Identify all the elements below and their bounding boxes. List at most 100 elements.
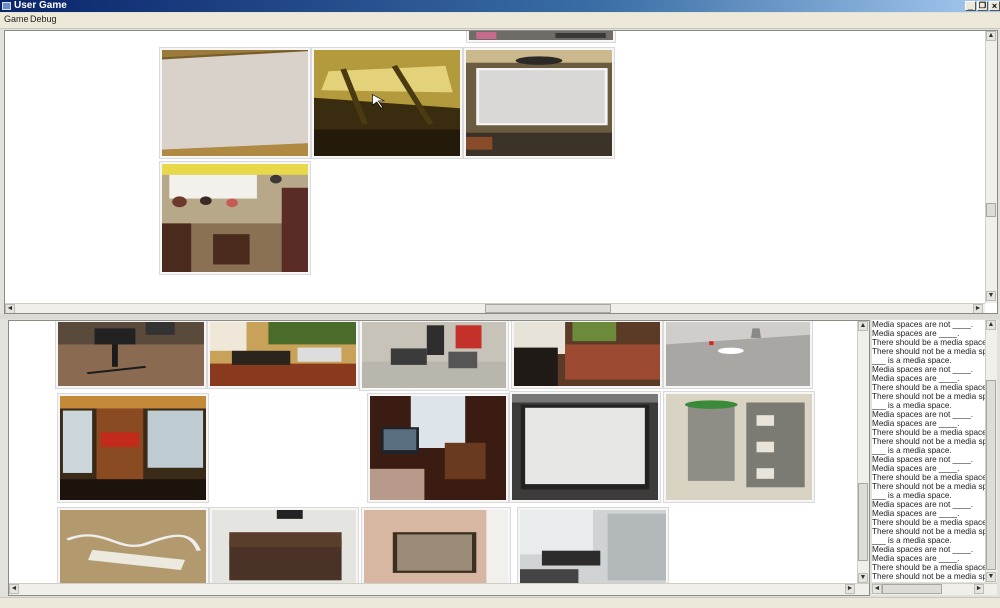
app-icon: [2, 2, 11, 10]
gallery-image-tile[interactable]: [209, 507, 359, 587]
log-line: There should be a media space: [872, 563, 985, 572]
log-line: Media spaces are ____.: [872, 554, 960, 563]
menu-debug[interactable]: Debug: [30, 14, 57, 24]
gallery-image-tile[interactable]: [517, 507, 669, 587]
bottom-horizontal-scrollbar[interactable]: ◄ ►: [9, 583, 869, 595]
log-line: There should not be a media space: [872, 572, 985, 581]
recycling-bins-photo: [666, 394, 812, 500]
panel-splitter[interactable]: [0, 314, 1000, 319]
gallery-image-tile[interactable]: [463, 47, 615, 159]
sofa-room-photo: [514, 322, 660, 386]
top-vertical-scrollbar[interactable]: ▲ ▼: [985, 31, 997, 303]
gallery-image-tile[interactable]: [55, 321, 207, 389]
scroll-thumb[interactable]: [485, 304, 611, 313]
log-line: There should not be a media space: [872, 437, 985, 446]
status-bar: [0, 597, 1000, 608]
office-photo: [469, 31, 613, 40]
log-line: Media spaces are ____.: [872, 374, 960, 383]
prompt-log[interactable]: Media spaces are not ____. Media spaces a…: [872, 320, 985, 582]
log-line: ___ is a media space.: [872, 446, 952, 455]
classroom-whiteboard-photo: [466, 50, 612, 156]
log-line: Media spaces are ____.: [872, 509, 960, 518]
log-line: There should be a media space: [872, 383, 985, 392]
scroll-left-arrow[interactable]: ◄: [872, 584, 882, 594]
scroll-up-arrow[interactable]: ▲: [858, 321, 868, 331]
log-line: Media spaces are ____.: [872, 329, 960, 338]
top-gallery-panel[interactable]: ▲ ▼ ◄ ►: [4, 30, 998, 314]
top-horizontal-scrollbar[interactable]: ◄ ►: [5, 303, 985, 313]
minimize-button[interactable]: _: [965, 1, 976, 11]
window-title: User Game: [14, 0, 67, 11]
whiteboard-photo: [162, 50, 308, 156]
log-line: ___ is a media space.: [872, 536, 952, 545]
scroll-thumb[interactable]: [986, 380, 996, 570]
scroll-thumb[interactable]: [858, 483, 868, 561]
conference-room-photo: [520, 510, 666, 584]
ceiling-light-photo: [666, 322, 810, 386]
log-line: Media spaces are not ____.: [872, 500, 974, 509]
gallery-image-tile[interactable]: [207, 321, 359, 389]
menu-game[interactable]: Game: [4, 14, 29, 24]
log-line: Media spaces are not ____.: [872, 410, 974, 419]
scroll-left-arrow[interactable]: ◄: [5, 304, 15, 313]
bottom-gallery-panel[interactable]: ▲ ▼ ◄ ►: [8, 320, 870, 596]
bottom-vertical-scrollbar[interactable]: ▲ ▼: [857, 321, 869, 583]
log-line: Media spaces are not ____.: [872, 455, 974, 464]
log-line: There should be a media space: [872, 518, 985, 527]
log-vertical-scrollbar[interactable]: ▲ ▼: [985, 320, 997, 582]
power-strip-photo: [60, 510, 206, 584]
office-chair-photo: [58, 322, 204, 386]
log-line: There should not be a media space: [872, 392, 985, 401]
gallery-image-tile[interactable]: [159, 161, 311, 275]
gallery-image-tile[interactable]: [359, 321, 509, 391]
gallery-image-tile[interactable]: [509, 391, 661, 503]
gallery-image-tile[interactable]: [663, 391, 815, 503]
log-line: There should be a media space: [872, 428, 985, 437]
close-button[interactable]: ×: [989, 1, 1000, 11]
log-horizontal-scrollbar[interactable]: ◄ ►: [872, 583, 997, 595]
scroll-down-arrow[interactable]: ▼: [858, 573, 868, 583]
log-line: ___ is a media space.: [872, 491, 952, 500]
gallery-image-tile[interactable]: [466, 31, 616, 43]
log-line: There should not be a media space: [872, 347, 985, 356]
scroll-down-arrow[interactable]: ▼: [986, 572, 996, 582]
scroll-down-arrow[interactable]: ▼: [986, 291, 996, 301]
gallery-image-tile[interactable]: [361, 507, 511, 587]
log-line: Media spaces are ____.: [872, 419, 960, 428]
title-bar[interactable]: User Game _ ❐ ×: [0, 0, 1000, 12]
couch-photo: [212, 510, 356, 584]
log-line: ___ is a media space.: [872, 356, 952, 365]
log-line: Media spaces are ____.: [872, 464, 960, 473]
scroll-right-arrow[interactable]: ►: [974, 584, 984, 594]
restore-button[interactable]: ❐: [977, 1, 988, 11]
scroll-left-arrow[interactable]: ◄: [9, 584, 19, 594]
log-line: Media spaces are not ____.: [872, 545, 974, 554]
projection-screen-photo: [512, 394, 658, 500]
scroll-right-arrow[interactable]: ►: [845, 584, 855, 594]
gallery-image-tile[interactable]: [57, 393, 209, 503]
gallery-image-tile[interactable]: [663, 321, 813, 389]
scroll-up-arrow[interactable]: ▲: [986, 31, 996, 41]
scroll-up-arrow[interactable]: ▲: [986, 320, 996, 330]
wood-wall-tv-photo: [60, 396, 206, 500]
scroll-right-arrow[interactable]: ►: [973, 304, 983, 313]
log-line: There should be a media space: [872, 338, 985, 347]
cafeteria-photo: [162, 164, 308, 272]
gallery-image-tile[interactable]: [159, 47, 311, 159]
log-line: There should be a media space: [872, 473, 985, 482]
lounge-photo: [210, 322, 356, 386]
lecture-hall-photo: [314, 50, 460, 156]
gallery-image-tile[interactable]: [367, 393, 509, 503]
scroll-thumb[interactable]: [986, 203, 996, 217]
gallery-image-tile[interactable]: [511, 321, 663, 389]
scroll-thumb[interactable]: [882, 584, 942, 594]
lab-people-photo: [362, 322, 506, 388]
log-line: There should not be a media space: [872, 527, 985, 536]
log-line: Media spaces are not ____.: [872, 365, 974, 374]
gallery-image-tile[interactable]: [57, 507, 209, 587]
wall-tv-photo: [364, 510, 508, 584]
log-line: ___ is a media space.: [872, 401, 952, 410]
log-line: Media spaces are not ____.: [872, 320, 974, 329]
office-monitor-photo: [370, 396, 506, 500]
gallery-image-tile[interactable]: [311, 47, 463, 159]
